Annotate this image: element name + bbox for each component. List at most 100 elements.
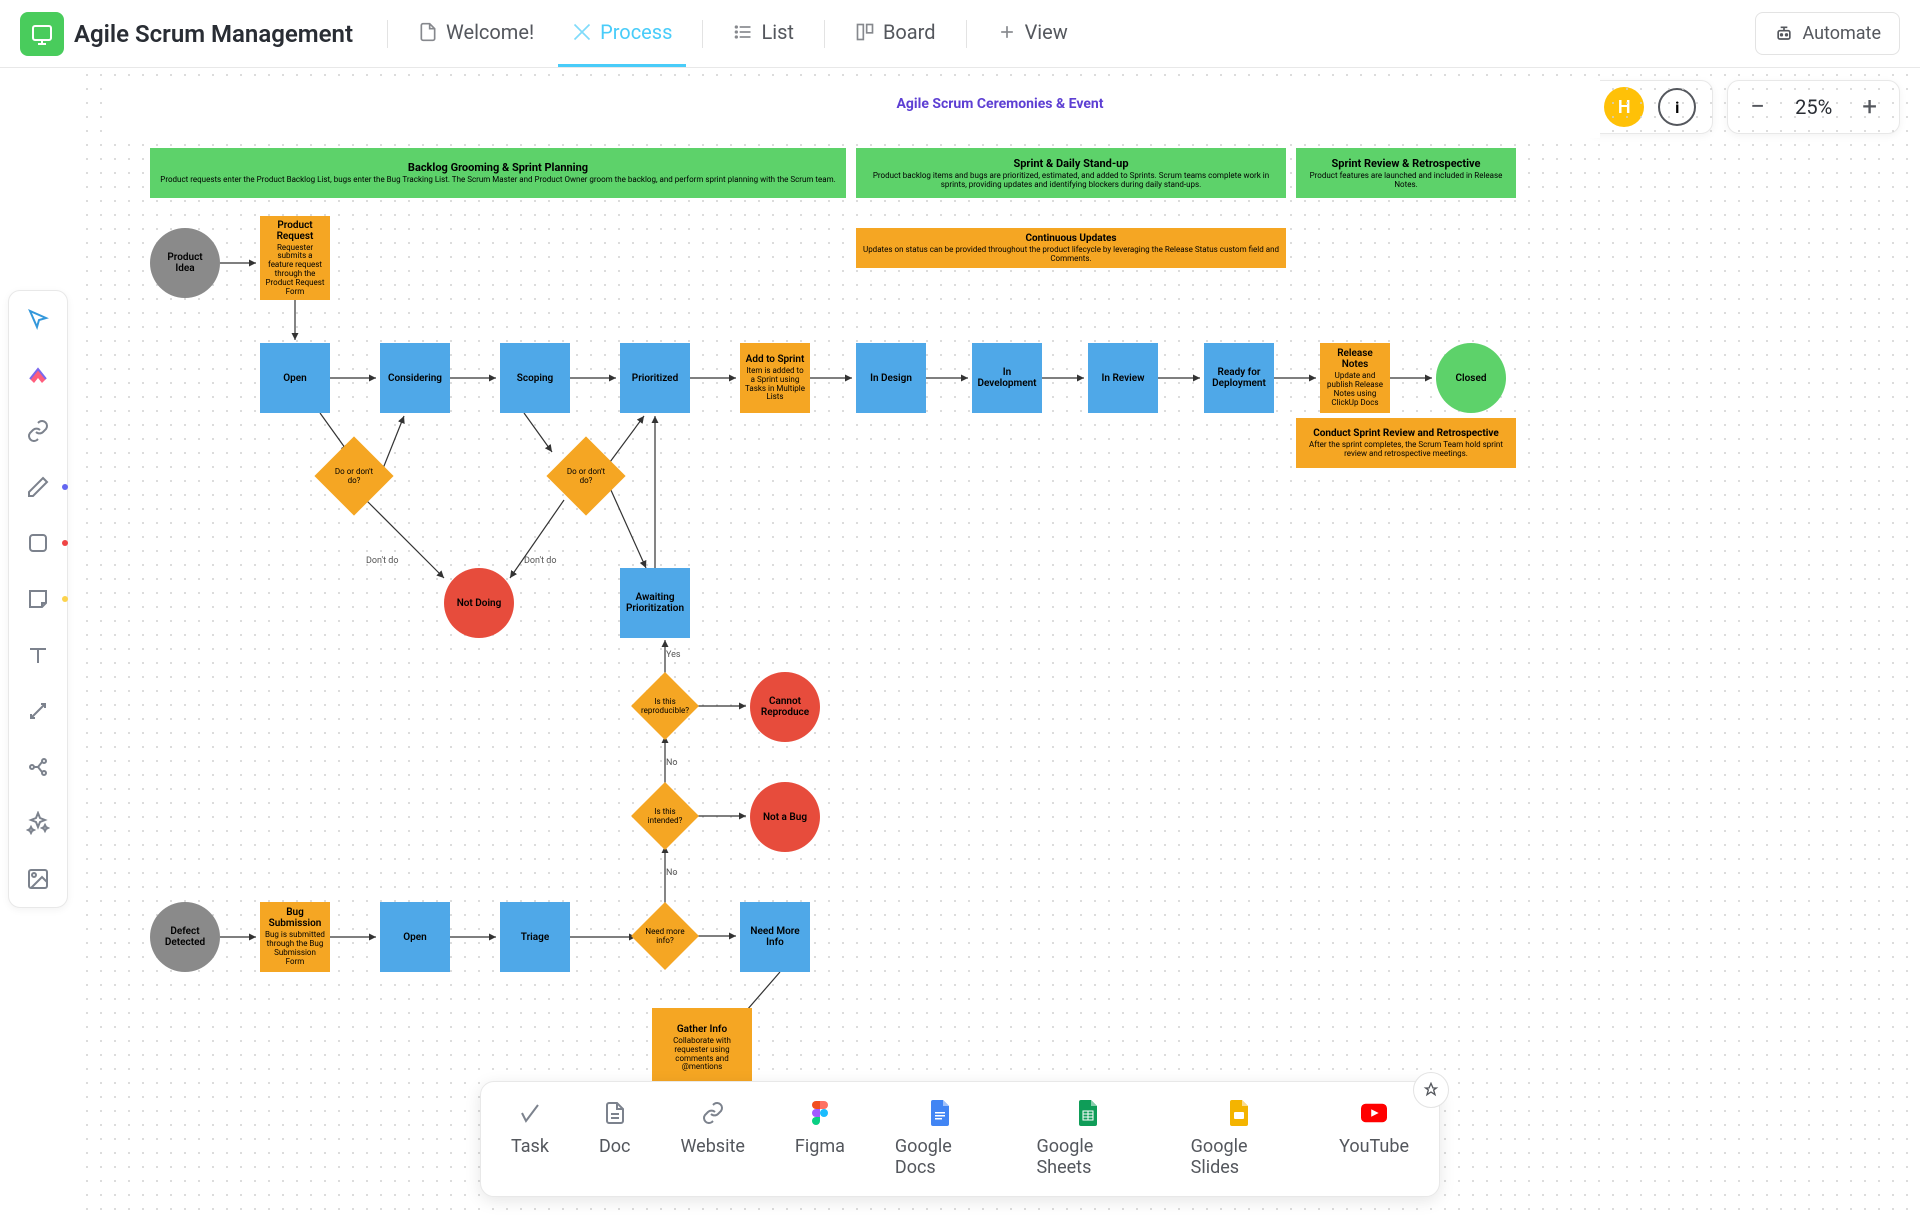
dock-task[interactable]: Task [511, 1100, 549, 1178]
dock-figma[interactable]: Figma [795, 1100, 845, 1178]
node-title: Sprint Review & Retrospective [1331, 157, 1480, 170]
dock-label: Google Sheets [1036, 1136, 1140, 1178]
dock-label: Website [680, 1136, 744, 1157]
node-await[interactable]: Awaiting Prioritization [620, 568, 690, 638]
list-icon [733, 22, 753, 42]
node-cons[interactable]: Considering [380, 343, 450, 413]
tool-connector[interactable] [22, 695, 54, 727]
dock-google-sheets[interactable]: Google Sheets [1036, 1100, 1140, 1178]
divider [387, 20, 388, 48]
dock-label: Doc [599, 1136, 631, 1157]
dock-google-docs[interactable]: Google Docs [895, 1100, 987, 1178]
phase-review-retro[interactable]: Sprint Review & Retrospective Product fe… [1296, 148, 1516, 198]
website-icon [700, 1100, 726, 1126]
tab-label: Welcome! [446, 20, 534, 44]
pin-dock-button[interactable] [1413, 1072, 1449, 1108]
node-deploy[interactable]: Ready for Deployment [1204, 343, 1274, 413]
node-triage[interactable]: Triage [500, 902, 570, 972]
youtube-icon [1361, 1100, 1387, 1126]
dock-website[interactable]: Website [680, 1100, 744, 1178]
doc-icon [602, 1100, 628, 1126]
tab-label: List [761, 20, 794, 44]
insert-dock: Task Doc Website Figma Google Docs Google She… [480, 1081, 1440, 1197]
dock-label: Task [511, 1136, 549, 1157]
node-sub: Product features are launched and includ… [1300, 172, 1512, 190]
node-sub: After the sprint completes, the Scrum Te… [1300, 441, 1512, 459]
google-docs-icon [928, 1100, 954, 1126]
tool-cursor[interactable] [22, 303, 54, 335]
tool-clickup[interactable] [22, 359, 54, 391]
banner-continuous-updates[interactable]: Continuous Updates Updates on status can… [856, 228, 1286, 268]
node-cantrep[interactable]: Cannot Reproduce [750, 672, 820, 742]
node-d3[interactable]: Is this reproducible? [631, 672, 699, 740]
task-icon [517, 1100, 543, 1126]
node-needinfo[interactable]: Need More Info [740, 902, 810, 972]
tool-mindmap[interactable] [22, 751, 54, 783]
node-preq[interactable]: Product RequestRequester submits a featu… [260, 216, 330, 300]
node-scope[interactable]: Scoping [500, 343, 570, 413]
node-sub: Product backlog items and bugs are prior… [860, 172, 1282, 190]
tool-shape[interactable] [22, 527, 54, 559]
tool-text[interactable] [22, 639, 54, 671]
dock-google-slides[interactable]: Google Slides [1191, 1100, 1289, 1178]
node-design[interactable]: In Design [856, 343, 926, 413]
node-bugsub[interactable]: Bug SubmissionBug is submitted through t… [260, 902, 330, 972]
node-addsp[interactable]: Add to SprintItem is added to a Sprint u… [740, 343, 810, 413]
node-d1[interactable]: Do or don't do? [314, 436, 393, 515]
node-title: Sprint & Daily Stand-up [1013, 157, 1128, 170]
canvas[interactable]: Agile Scrum Ceremonies & Event [80, 68, 1920, 1217]
node-d2[interactable]: Do or don't do? [546, 436, 625, 515]
divider [702, 20, 703, 48]
tool-image[interactable] [22, 863, 54, 895]
dock-label: Google Docs [895, 1136, 987, 1178]
doc-pin-icon [418, 22, 438, 42]
node-sub: Updates on status can be provided throug… [860, 246, 1282, 264]
node-notbug[interactable]: Not a Bug [750, 782, 820, 852]
top-bar: Agile Scrum Management Welcome! Process … [0, 0, 1920, 68]
tab-process[interactable]: Process [558, 0, 686, 67]
canvas-header-bar [110, 78, 1600, 138]
node-d5[interactable]: Need more info? [631, 902, 699, 970]
node-prio[interactable]: Prioritized [620, 343, 690, 413]
node-notdo[interactable]: Not Doing [444, 568, 514, 638]
whiteboard-app-icon [20, 12, 64, 56]
node-review[interactable]: In Review [1088, 343, 1158, 413]
edge-label: Yes [666, 650, 681, 660]
tab-label: Board [883, 20, 936, 44]
tab-welcome[interactable]: Welcome! [404, 0, 548, 67]
tool-link[interactable] [22, 415, 54, 447]
tab-add-view[interactable]: View [983, 0, 1082, 67]
board-icon [855, 22, 875, 42]
phase-backlog-planning[interactable]: Backlog Grooming & Sprint Planning Produ… [150, 148, 846, 198]
node-defect[interactable]: Defect Detected [150, 902, 220, 972]
node-title: Continuous Updates [1025, 233, 1116, 244]
dock-label: Google Slides [1191, 1136, 1289, 1178]
node-open1[interactable]: Open [260, 343, 330, 413]
divider [824, 20, 825, 48]
dock-label: YouTube [1339, 1136, 1409, 1157]
robot-icon [1774, 24, 1794, 44]
node-release[interactable]: Release NotesUpdate and publish Release … [1320, 343, 1390, 413]
automate-button[interactable]: Automate [1755, 12, 1900, 55]
dock-doc[interactable]: Doc [599, 1100, 631, 1178]
banner-conduct-retro[interactable]: Conduct Sprint Review and Retrospective … [1296, 418, 1516, 468]
node-dev[interactable]: In Development [972, 343, 1042, 413]
node-open2[interactable]: Open [380, 902, 450, 972]
tool-ai[interactable] [22, 807, 54, 839]
node-d4[interactable]: Is this intended? [631, 782, 699, 850]
node-closed[interactable]: Closed [1436, 343, 1506, 413]
diagram-title: Agile Scrum Ceremonies & Event [897, 96, 1104, 112]
node-idea[interactable]: Product Idea [150, 228, 220, 298]
tab-list[interactable]: List [719, 0, 808, 67]
google-sheets-icon [1076, 1100, 1102, 1126]
edge-label: Don't do [366, 556, 399, 566]
tab-board[interactable]: Board [841, 0, 950, 67]
dock-youtube[interactable]: YouTube [1339, 1100, 1409, 1178]
whiteboard-icon [572, 22, 592, 42]
phase-sprint-standup[interactable]: Sprint & Daily Stand-up Product backlog … [856, 148, 1286, 198]
edge-label: No [666, 868, 678, 878]
tool-pencil[interactable] [22, 471, 54, 503]
node-title: Backlog Grooming & Sprint Planning [408, 161, 588, 174]
node-gather[interactable]: Gather InfoCollaborate with requester us… [652, 1008, 752, 1088]
tool-sticky[interactable] [22, 583, 54, 615]
